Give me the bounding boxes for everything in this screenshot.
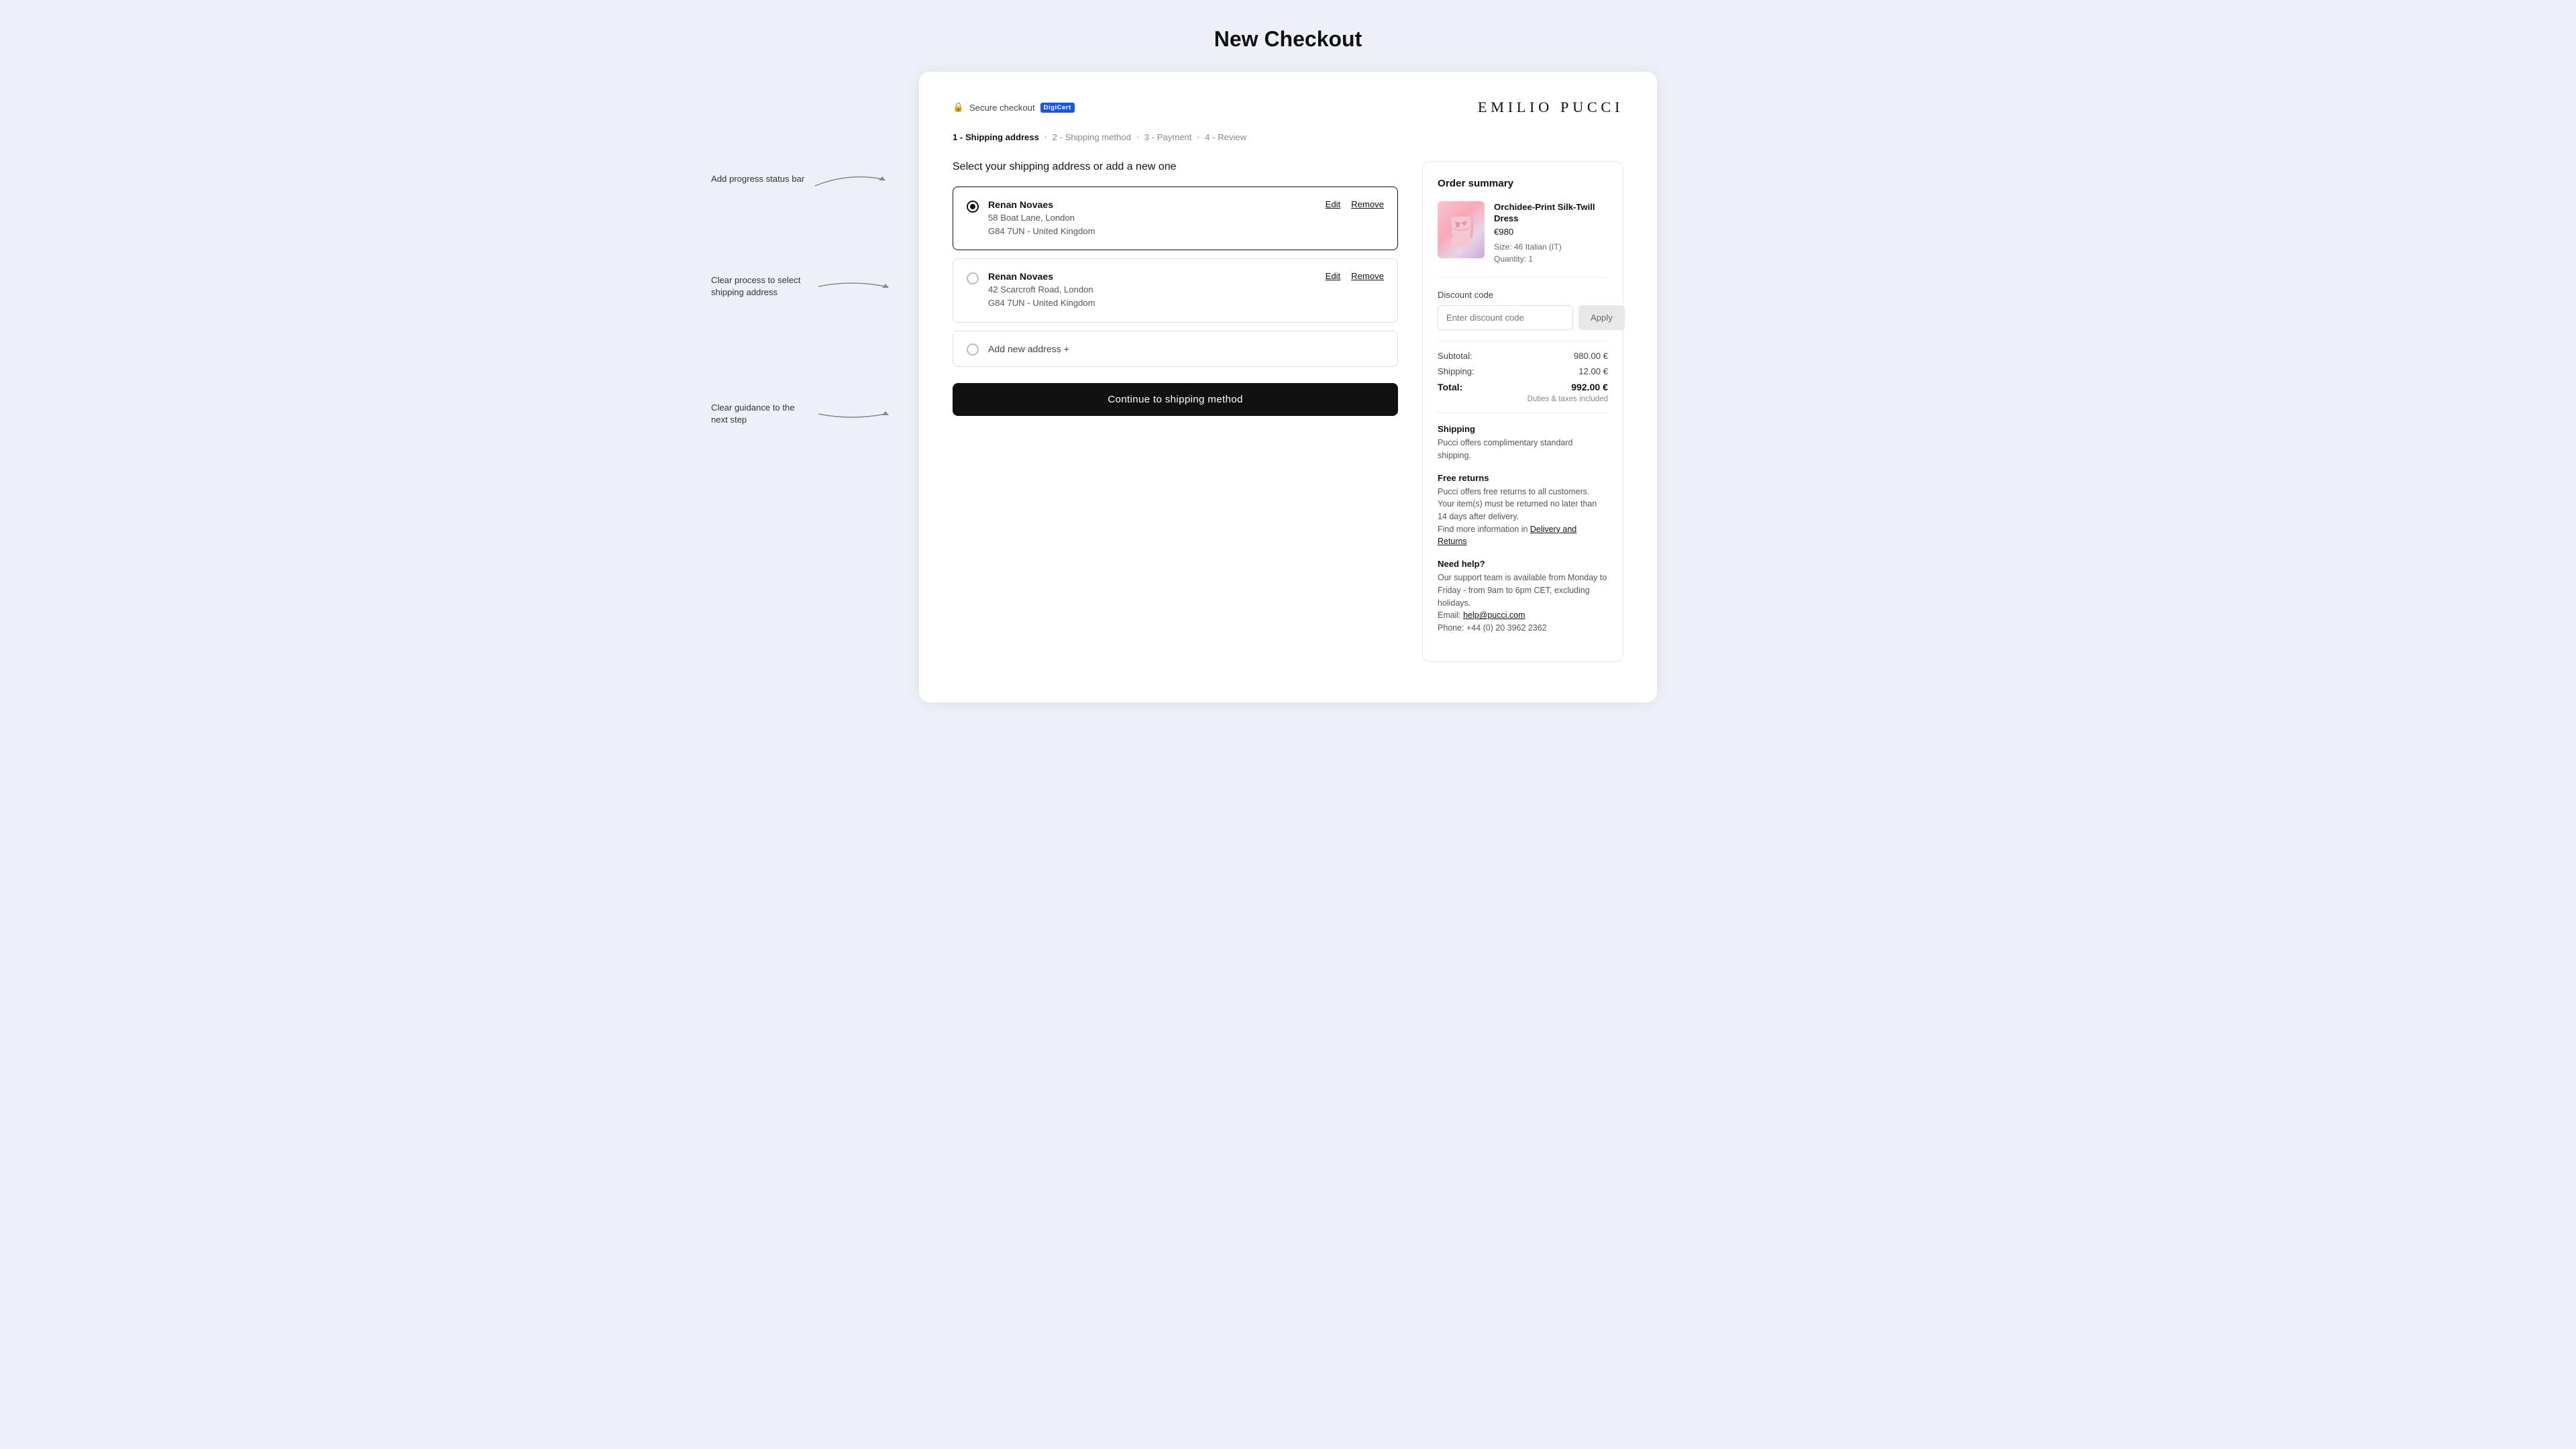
remove-address-2[interactable]: Remove [1351,271,1384,281]
address-card-1[interactable]: Renan Novaes 58 Boat Lane, London G84 7U… [953,186,1398,250]
discount-input[interactable] [1438,305,1573,330]
add-address-card[interactable]: Add new address + [953,331,1398,367]
address-card-2[interactable]: Renan Novaes 42 Scarcroft Road, London G… [953,258,1398,322]
secure-label: Secure checkout [969,103,1035,113]
edit-address-1[interactable]: Edit [1326,199,1341,209]
help-info-block: Need help? Our support team is available… [1438,559,1608,635]
breadcrumb-step-4[interactable]: 4 - Review [1205,132,1246,142]
phone-value: +44 (0) 20 3962 2362 [1466,623,1547,633]
product-svg [1444,205,1478,255]
address-info-2: Renan Novaes 42 Scarcroft Road, London G… [988,271,1316,309]
total-value: 992.00 € [1571,382,1608,392]
total-label: Total: [1438,382,1462,392]
left-panel: Select your shipping address or add a ne… [953,161,1398,416]
address-info-1: Renan Novaes 58 Boat Lane, London G84 7U… [988,199,1316,237]
product-details: Orchidee-Print Silk-Twill Dress €980 Siz… [1494,201,1608,265]
info-section: Shipping Pucci offers complimentary stan… [1438,413,1608,635]
subtotal-value: 980.00 € [1574,351,1608,361]
returns-link-row: Find more information in Delivery and Re… [1438,523,1608,548]
order-summary-title: Order summary [1438,178,1608,189]
product-image [1438,201,1485,258]
discount-section: Discount code Apply [1438,290,1608,330]
card-header: 🔒 Secure checkout DigiCert EMILIO PUCCI [953,99,1623,116]
breadcrumb-step-2[interactable]: 2 - Shipping method [1053,132,1131,142]
address-line2-2: G84 7UN - United Kingdom [988,297,1316,310]
breadcrumb-arrow-3: › [1197,133,1199,142]
breadcrumb-arrow-1: › [1044,133,1047,142]
discount-row: Apply [1438,305,1608,330]
shipping-label: Shipping: [1438,366,1474,376]
product-price: €980 [1494,227,1608,237]
returns-text: Pucci offers free returns to all custome… [1438,487,1597,521]
annotation-progress-bar: Add progress status bar [711,173,804,185]
digicert-badge: DigiCert [1040,103,1075,113]
lock-icon: 🔒 [953,102,964,113]
address-name-2: Renan Novaes [988,271,1316,282]
subtotal-label: Subtotal: [1438,351,1472,361]
annotation-select-address: Clear process to select shipping address [711,274,808,299]
breadcrumb-step-3[interactable]: 3 - Payment [1144,132,1192,142]
address-line2-1: G84 7UN - United Kingdom [988,225,1316,238]
edit-address-2[interactable]: Edit [1326,271,1341,281]
shipping-info-block: Shipping Pucci offers complimentary stan… [1438,424,1608,462]
continue-button[interactable]: Continue to shipping method [953,383,1398,416]
annotation-arrow-1 [808,166,889,193]
section-heading: Select your shipping address or add a ne… [953,161,1398,173]
total-row: Total: 992.00 € [1438,382,1608,392]
radio-add-address [967,343,979,356]
add-address-label: Add new address + [988,343,1069,354]
address-actions-1: Edit Remove [1326,199,1384,209]
breadcrumb: 1 - Shipping address › 2 - Shipping meth… [953,132,1623,142]
returns-info-title: Free returns [1438,473,1608,483]
page-title: New Checkout [13,27,2563,52]
address-line1-2: 42 Scarcroft Road, London [988,283,1316,297]
product-name: Orchidee-Print Silk-Twill Dress [1494,201,1608,224]
product-size: Size: 46 Italian (IT) [1494,241,1608,253]
shipping-info-title: Shipping [1438,424,1608,434]
radio-address-2[interactable] [967,272,979,284]
help-info-text: Our support team is available from Monda… [1438,572,1608,609]
shipping-info-text: Pucci offers complimentary standard ship… [1438,437,1608,462]
help-info-title: Need help? [1438,559,1608,569]
secure-checkout: 🔒 Secure checkout DigiCert [953,102,1075,113]
right-panel: Order summary [1422,161,1623,662]
duties-note: Duties & taxes included [1438,395,1608,403]
breadcrumb-arrow-2: › [1136,133,1139,142]
subtotal-row: Subtotal: 980.00 € [1438,351,1608,361]
radio-address-1[interactable] [967,201,979,213]
discount-label: Discount code [1438,290,1608,300]
price-breakdown: Subtotal: 980.00 € Shipping: 12.00 € Tot… [1438,341,1608,403]
order-summary: Order summary [1422,161,1623,662]
phone-label: Phone: [1438,623,1464,633]
annotation-arrow-2 [812,273,892,300]
remove-address-1[interactable]: Remove [1351,199,1384,209]
returns-info-text: Pucci offers free returns to all custome… [1438,486,1608,523]
product-quantity: Quantity: 1 [1494,253,1608,265]
returns-link-prefix: Find more information in [1438,525,1530,534]
breadcrumb-step-1[interactable]: 1 - Shipping address [953,132,1039,142]
annotation-arrow-3 [812,400,892,427]
apply-button[interactable]: Apply [1578,305,1625,330]
email-link[interactable]: help@pucci.com [1463,610,1525,620]
address-actions-2: Edit Remove [1326,271,1384,281]
shipping-value: 12.00 € [1578,366,1608,376]
help-email-row: Email: help@pucci.com [1438,609,1608,622]
content-layout: Select your shipping address or add a ne… [953,161,1623,662]
address-name-1: Renan Novaes [988,199,1316,210]
address-line1-1: 58 Boat Lane, London [988,211,1316,225]
main-card: 🔒 Secure checkout DigiCert EMILIO PUCCI … [919,72,1657,702]
product-row: Orchidee-Print Silk-Twill Dress €980 Siz… [1438,201,1608,278]
returns-info-block: Free returns Pucci offers free returns t… [1438,473,1608,549]
annotation-next-step: Clear guidance to the next step [711,402,808,427]
brand-logo: EMILIO PUCCI [1478,99,1623,116]
email-label: Email: [1438,610,1461,620]
shipping-row: Shipping: 12.00 € [1438,366,1608,376]
help-phone-row: Phone: +44 (0) 20 3962 2362 [1438,622,1608,635]
